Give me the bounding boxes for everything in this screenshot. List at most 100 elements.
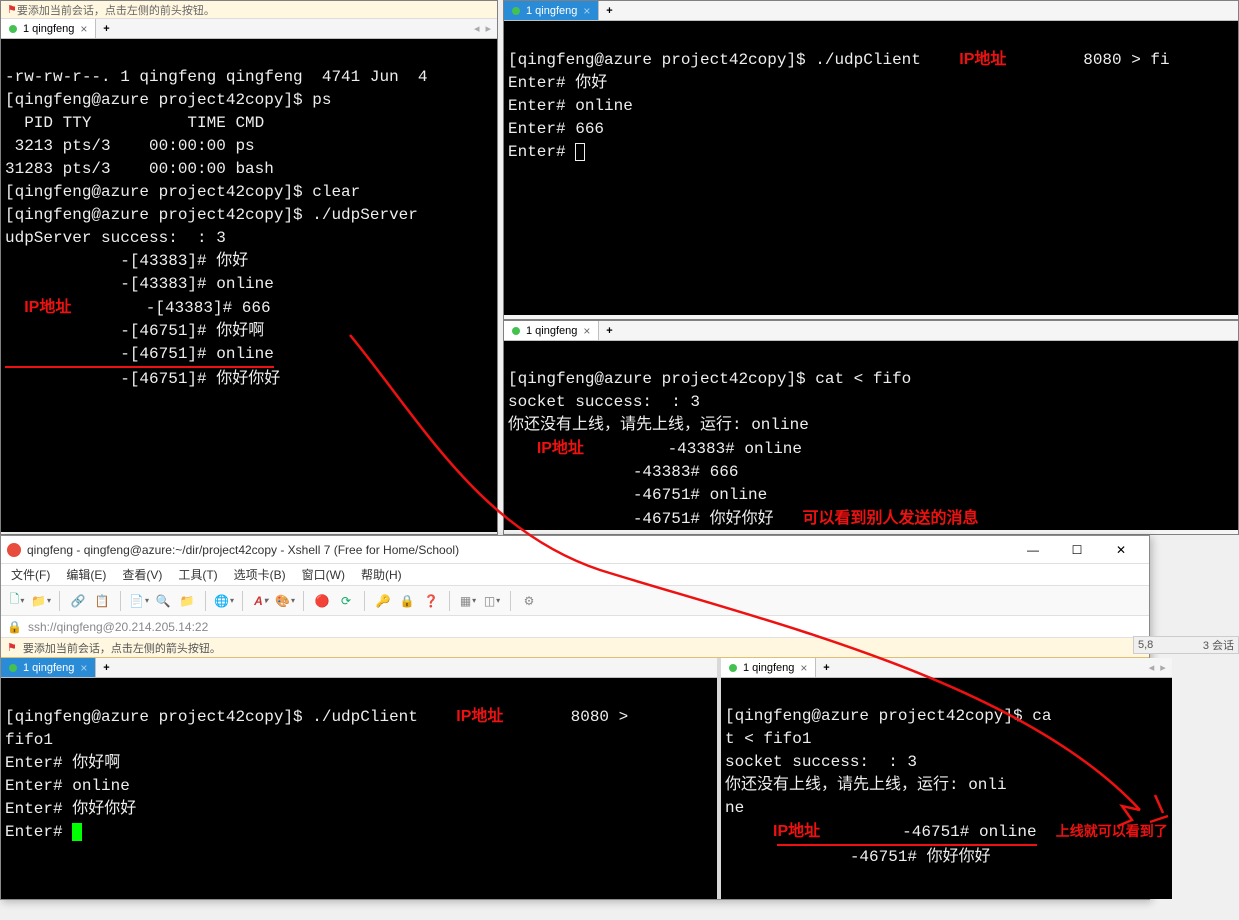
tab-nav: ◂ ▸ xyxy=(468,19,497,38)
tab-qingfeng[interactable]: 1 qingfeng × xyxy=(504,321,599,340)
line: -[46751]# online xyxy=(5,343,274,368)
open-folder-button[interactable]: 📁 xyxy=(31,591,51,611)
terminal-output[interactable]: [qingfeng@azure project42copy]$ ./udpCli… xyxy=(1,678,717,899)
line: [qingfeng@azure project42copy]$ ./udpCli… xyxy=(5,708,418,726)
terminal-pane-fifo1: 1 qingfeng × + ◂ ▸ [qingfeng@azure proje… xyxy=(721,658,1172,899)
tab-label: 1 qingfeng xyxy=(23,662,74,674)
line: -46751# online xyxy=(777,821,1036,846)
cursor-pos: 5,8 xyxy=(1138,639,1153,651)
cursor-icon xyxy=(575,143,585,161)
flag-icon: ⚑ xyxy=(7,3,17,16)
tab-label: 1 qingfeng xyxy=(526,325,577,337)
terminal-output[interactable]: [qingfeng@azure project42copy]$ ca t < f… xyxy=(721,678,1172,899)
font-button[interactable]: A xyxy=(251,591,271,611)
split-container: 1 qingfeng × + [qingfeng@azure project42… xyxy=(1,658,1149,899)
hint-text: 要添加当前会话，点击左侧的箭头按钮。 xyxy=(23,640,221,656)
ip-annotation: IP地址 xyxy=(959,51,1006,68)
tab-close-icon[interactable]: × xyxy=(583,4,590,18)
key-button[interactable]: 🔑 xyxy=(373,591,393,611)
separator-icon xyxy=(59,591,60,611)
line: Enter# 666 xyxy=(508,120,604,138)
line: -[43383]# 你好 xyxy=(5,252,248,270)
menu-file[interactable]: 文件(F) xyxy=(3,566,58,583)
line: [qingfeng@azure project42copy]$ ca xyxy=(725,707,1051,725)
paste-button[interactable]: 📄 xyxy=(129,591,149,611)
help-button[interactable]: ❓ xyxy=(421,591,441,611)
separator-icon xyxy=(364,591,365,611)
xshell-window: qingfeng - qingfeng@azure:~/dir/project4… xyxy=(0,535,1150,900)
line: ne xyxy=(725,799,744,817)
maximize-button[interactable]: ☐ xyxy=(1055,537,1099,563)
line: Enter# 你好你好 xyxy=(5,800,136,818)
line: 你还没有上线，请先上线，运行: onli xyxy=(725,776,1007,794)
menu-tabs[interactable]: 选项卡(B) xyxy=(226,566,294,583)
minimize-button[interactable]: — xyxy=(1011,537,1055,563)
tab-close-icon[interactable]: × xyxy=(583,324,590,338)
menu-view[interactable]: 查看(V) xyxy=(114,566,170,583)
close-button[interactable]: ✕ xyxy=(1099,537,1143,563)
menu-edit[interactable]: 编辑(E) xyxy=(58,566,114,583)
app-icon xyxy=(7,543,21,557)
tab-close-icon[interactable]: × xyxy=(80,22,87,36)
line: udpServer success: : 3 xyxy=(5,229,226,247)
status-dot-icon xyxy=(512,327,520,335)
menu-help[interactable]: 帮助(H) xyxy=(353,566,410,583)
menu-window[interactable]: 窗口(W) xyxy=(294,566,353,583)
tab-qingfeng[interactable]: 1 qingfeng × xyxy=(504,1,599,20)
tab-add-button[interactable]: + xyxy=(816,658,836,677)
tab-add-button[interactable]: + xyxy=(96,19,116,38)
split-button[interactable]: ◫ xyxy=(482,591,502,611)
separator-icon xyxy=(449,591,450,611)
line: 31283 pts/3 00:00:00 bash xyxy=(5,160,274,178)
globe-button[interactable]: 🌐 xyxy=(214,591,234,611)
online-annotation: 上线就可以看到了 xyxy=(1056,823,1168,839)
link-button[interactable]: 🔗 xyxy=(68,591,88,611)
line: -rw-rw-r--. 1 qingfeng qingfeng 4741 Jun… xyxy=(5,68,437,86)
line: 3213 pts/3 00:00:00 ps xyxy=(5,137,255,155)
line: [qingfeng@azure project42copy]$ cat < fi… xyxy=(508,370,911,388)
gear-button[interactable]: ⚙ xyxy=(519,591,539,611)
grid-button[interactable]: ▦ xyxy=(458,591,478,611)
tab-close-icon[interactable]: × xyxy=(800,661,807,675)
tab-label: 1 qingfeng xyxy=(23,23,74,35)
folder2-button[interactable]: 📁 xyxy=(177,591,197,611)
nav-next-icon[interactable]: ▸ xyxy=(1160,661,1166,674)
lock-button[interactable]: 🔒 xyxy=(397,591,417,611)
terminal-output[interactable]: [qingfeng@azure project42copy]$ cat < fi… xyxy=(504,341,1238,530)
terminal-output[interactable]: -rw-rw-r--. 1 qingfeng qingfeng 4741 Jun… xyxy=(1,39,497,532)
line: -46751# 你好你好 xyxy=(508,508,774,530)
separator-icon xyxy=(242,591,243,611)
copy-button[interactable]: 📋 xyxy=(92,591,112,611)
color-button[interactable]: 🎨 xyxy=(275,591,295,611)
titlebar[interactable]: qingfeng - qingfeng@azure:~/dir/project4… xyxy=(1,536,1149,564)
status-dot-icon xyxy=(729,664,737,672)
flag-icon: ⚑ xyxy=(7,641,17,654)
tab-close-icon[interactable]: × xyxy=(80,661,87,675)
address-bar[interactable]: 🔒 ssh://qingfeng@20.214.205.14:22 xyxy=(1,616,1149,638)
tab-label: 1 qingfeng xyxy=(526,5,577,17)
terminal-output[interactable]: [qingfeng@azure project42copy]$ ./udpCli… xyxy=(504,21,1238,315)
separator-icon xyxy=(303,591,304,611)
refresh-button[interactable]: ⟳ xyxy=(336,591,356,611)
tab-add-button[interactable]: + xyxy=(599,321,619,340)
tab-add-button[interactable]: + xyxy=(599,1,619,20)
line: t < fifo1 xyxy=(725,730,811,748)
line: Enter# 你好 xyxy=(508,74,607,92)
tab-qingfeng[interactable]: 1 qingfeng × xyxy=(1,658,96,677)
line: socket success: : 3 xyxy=(725,753,917,771)
line: [qingfeng@azure project42copy]$ ./udpSer… xyxy=(5,206,427,224)
record-button[interactable]: 🔴 xyxy=(312,591,332,611)
nav-prev-icon[interactable]: ◂ xyxy=(1149,661,1155,674)
tab-add-button[interactable]: + xyxy=(96,658,116,677)
nav-prev-icon[interactable]: ◂ xyxy=(474,22,480,35)
search-button[interactable]: 🔍 xyxy=(153,591,173,611)
tab-bar: 1 qingfeng × + ◂ ▸ xyxy=(1,19,497,39)
line: -46751# online xyxy=(508,486,767,504)
terminal-pane-fifo: 1 qingfeng × + [qingfeng@azure project42… xyxy=(503,320,1239,535)
tab-qingfeng[interactable]: 1 qingfeng × xyxy=(1,19,96,38)
menu-tools[interactable]: 工具(T) xyxy=(170,566,225,583)
see-others-annotation: 可以看到别人发送的消息 xyxy=(802,510,978,527)
new-session-button[interactable]: 🗋 xyxy=(7,591,27,611)
nav-next-icon[interactable]: ▸ xyxy=(485,22,491,35)
tab-qingfeng[interactable]: 1 qingfeng × xyxy=(721,658,816,677)
